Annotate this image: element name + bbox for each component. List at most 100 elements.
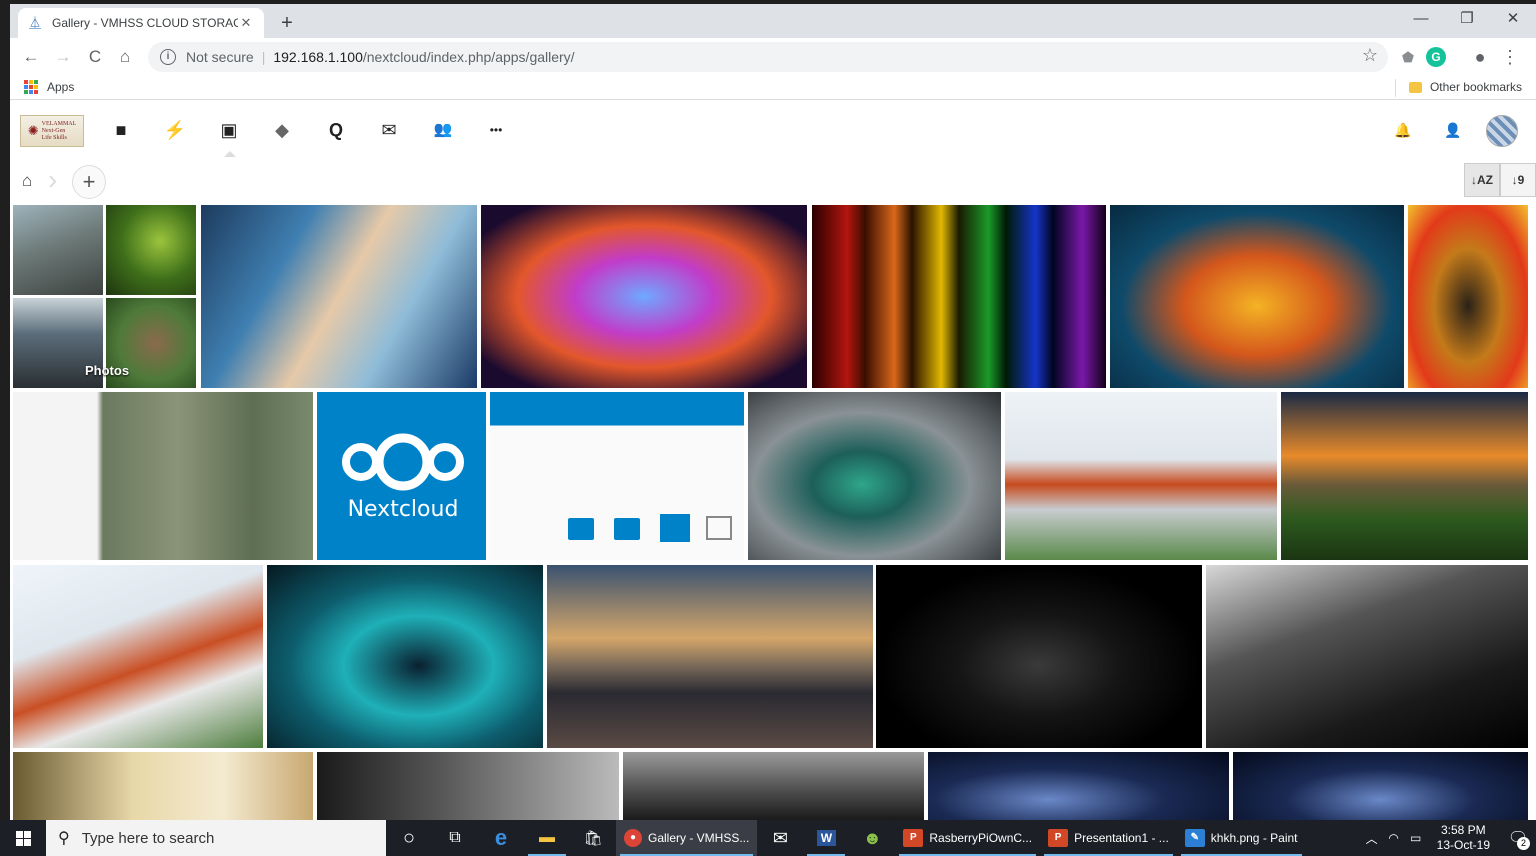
more-apps-icon[interactable]: ••• bbox=[483, 117, 509, 143]
edge-icon[interactable]: e bbox=[478, 820, 524, 856]
taskbar-app-powerpoint-1[interactable]: P RasberryPiOwnC... bbox=[895, 820, 1040, 856]
add-button[interactable]: + bbox=[72, 165, 106, 199]
image-architecture[interactable] bbox=[317, 752, 619, 820]
tab-close-icon[interactable]: ✕ bbox=[238, 15, 254, 31]
wifi-icon[interactable]: ◠ bbox=[1383, 831, 1405, 845]
taskbar-app-label: Gallery - VMHSS... bbox=[648, 831, 750, 845]
svg-text:Nextcloud: Nextcloud bbox=[348, 497, 459, 522]
activity-app-icon[interactable]: ⚡ bbox=[162, 117, 188, 143]
address-bar[interactable]: i Not secure | 192.168.1.100 /nextcloud/… bbox=[148, 42, 1388, 72]
sort-by-name-button[interactable]: ↓AZ bbox=[1464, 163, 1500, 197]
battery-icon[interactable]: ▭ bbox=[1405, 831, 1427, 845]
chrome-window: ⏅ Gallery - VMHSS CLOUD STORAGE ✕ + — ❐ … bbox=[10, 4, 1536, 820]
close-window-button[interactable]: ✕ bbox=[1490, 4, 1536, 38]
image-color-panels[interactable] bbox=[812, 205, 1106, 388]
bookmark-star-icon[interactable]: ☆ bbox=[1362, 45, 1378, 66]
file-explorer-icon[interactable]: ▬ bbox=[524, 820, 570, 856]
contacts-app-icon[interactable]: 👥 bbox=[430, 117, 456, 143]
clock[interactable]: 3:58 PM 13-Oct-19 bbox=[1437, 823, 1490, 853]
external-sites-app-icon[interactable]: ◆ bbox=[269, 117, 295, 143]
image-map-screenshot[interactable] bbox=[13, 392, 313, 560]
image-family-deities[interactable] bbox=[1110, 205, 1404, 388]
image-sunset-forest[interactable] bbox=[1281, 392, 1528, 560]
files-app-icon[interactable]: ■ bbox=[108, 117, 134, 143]
home-breadcrumb-icon[interactable]: ⌂ bbox=[22, 171, 32, 191]
sort-by-date-button[interactable]: ↓9 bbox=[1500, 163, 1536, 197]
image-school-building[interactable] bbox=[13, 565, 263, 748]
sort-controls: ↓AZ ↓9 bbox=[1464, 163, 1536, 197]
image-files-screenshot[interactable] bbox=[490, 392, 744, 560]
album-photos[interactable]: Photos bbox=[13, 205, 196, 388]
other-bookmarks[interactable]: Other bookmarks bbox=[1408, 80, 1522, 94]
folder-icon bbox=[614, 518, 640, 540]
not-secure-label: Not secure bbox=[186, 49, 254, 65]
image-wave-gray[interactable] bbox=[748, 392, 1001, 560]
start-button[interactable] bbox=[0, 820, 46, 856]
talk-app-icon[interactable]: Q bbox=[323, 117, 349, 143]
site-info-icon[interactable]: i bbox=[160, 49, 176, 65]
tray-chevron-icon[interactable]: ︿ bbox=[1361, 830, 1383, 847]
task-view-icon[interactable]: ⧉ bbox=[432, 820, 478, 856]
store-icon[interactable]: 🛍 bbox=[570, 820, 616, 856]
nextcloud-favicon-icon: ⏅ bbox=[28, 16, 41, 30]
android-studio-icon[interactable]: ☻ bbox=[849, 820, 895, 856]
clock-time: 3:58 PM bbox=[1440, 823, 1486, 837]
shield-extension-icon[interactable]: ⬟ bbox=[1398, 47, 1418, 67]
folder-icon bbox=[1408, 81, 1422, 93]
image-castle-night-1[interactable] bbox=[928, 752, 1229, 820]
image-shiva[interactable] bbox=[201, 205, 477, 388]
logo-text-1: VELAMMAL bbox=[41, 120, 77, 127]
mail-icon[interactable]: ✉ bbox=[757, 820, 803, 856]
apps-grid-icon bbox=[24, 80, 38, 94]
image-bmw-i8[interactable] bbox=[547, 565, 873, 748]
image-car-doors[interactable] bbox=[623, 752, 924, 820]
taskbar-search[interactable]: ⚲ Type here to search bbox=[46, 820, 386, 856]
profile-icon[interactable]: ● bbox=[1470, 47, 1490, 67]
cortana-icon[interactable]: ○ bbox=[386, 820, 432, 856]
apps-shortcut[interactable]: Apps bbox=[24, 80, 74, 94]
back-button[interactable]: ← bbox=[18, 44, 44, 70]
image-wave-teal[interactable] bbox=[267, 565, 543, 748]
image-school-screenshot[interactable] bbox=[1005, 392, 1277, 560]
url-path: /nextcloud/index.php/apps/gallery/ bbox=[362, 49, 575, 65]
maximize-button[interactable]: ❐ bbox=[1444, 4, 1490, 38]
tab-gallery[interactable]: ⏅ Gallery - VMHSS CLOUD STORAGE ✕ bbox=[18, 8, 264, 38]
logo-emblem-icon: ✺ bbox=[27, 123, 39, 138]
breadcrumb-separator: › bbox=[48, 164, 58, 195]
image-house[interactable] bbox=[13, 752, 313, 820]
tab-title: Gallery - VMHSS CLOUD STORAGE bbox=[52, 16, 238, 30]
user-avatar[interactable] bbox=[1486, 115, 1518, 147]
image-audi-bw[interactable] bbox=[1206, 565, 1528, 748]
browser-toolbar: ← → C ⌂ i Not secure | 192.168.1.100 /ne… bbox=[10, 38, 1536, 76]
paint-icon: ✎ bbox=[1184, 829, 1205, 847]
taskbar-app-powerpoint-2[interactable]: P Presentation1 - ... bbox=[1040, 820, 1177, 856]
minimize-button[interactable]: — bbox=[1398, 4, 1444, 38]
word-badge: W bbox=[816, 830, 837, 846]
taskbar-app-chrome[interactable]: ● Gallery - VMHSS... bbox=[616, 820, 758, 856]
taskbar-app-label: RasberryPiOwnC... bbox=[929, 831, 1033, 845]
image-audi-dark[interactable] bbox=[876, 565, 1202, 748]
action-center-icon[interactable]: 🗨 2 bbox=[1500, 820, 1536, 856]
velammal-logo[interactable]: ✺ VELAMMAL Next-Gen Life Skills bbox=[20, 115, 84, 147]
taskbar-app-label: khkh.png - Paint bbox=[1210, 831, 1298, 845]
contacts-menu-icon[interactable]: 👤 bbox=[1442, 119, 1464, 141]
image-dakshinamurthy[interactable] bbox=[1408, 205, 1528, 388]
chrome-menu-icon[interactable]: ⋮ bbox=[1500, 47, 1520, 67]
gallery-app-icon[interactable]: ▣ bbox=[216, 117, 242, 157]
image-nataraja[interactable] bbox=[481, 205, 807, 388]
gallery-grid: Photos Nextcloud bbox=[10, 204, 1536, 820]
word-icon[interactable]: W bbox=[803, 820, 849, 856]
image-nextcloud-logo[interactable]: Nextcloud bbox=[317, 392, 486, 560]
new-tab-button[interactable]: + bbox=[274, 10, 300, 36]
clock-date: 13-Oct-19 bbox=[1436, 838, 1490, 852]
notifications-bell-icon[interactable]: 🔔 bbox=[1392, 119, 1414, 141]
album-thumb-rocks bbox=[13, 205, 103, 295]
reload-button[interactable]: C bbox=[82, 44, 108, 70]
mail-app-icon[interactable]: ✉ bbox=[376, 117, 402, 143]
nextcloud-header: ✺ VELAMMAL Next-Gen Life Skills ■ ⚡ ▣ ◆ … bbox=[10, 101, 1536, 159]
image-castle-night-2[interactable] bbox=[1233, 752, 1528, 820]
taskbar-app-paint[interactable]: ✎ khkh.png - Paint bbox=[1177, 820, 1306, 856]
grammarly-extension-icon[interactable]: G bbox=[1426, 47, 1446, 67]
home-button[interactable]: ⌂ bbox=[112, 44, 138, 70]
forward-button[interactable]: → bbox=[50, 44, 76, 70]
